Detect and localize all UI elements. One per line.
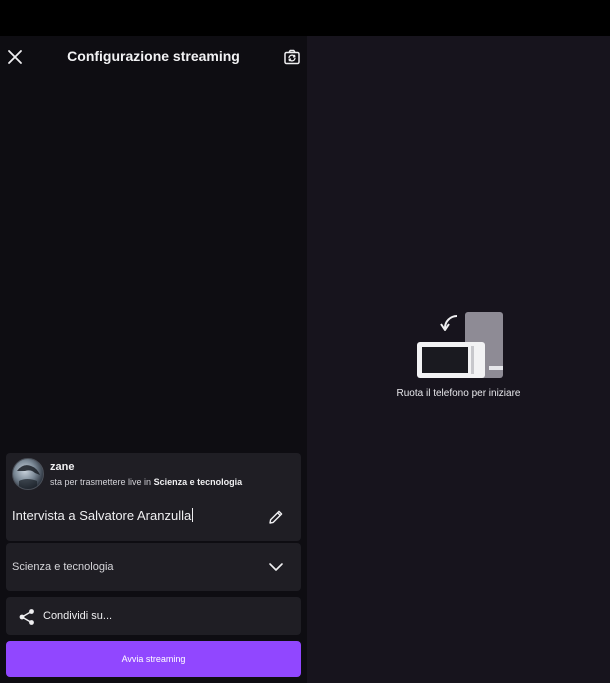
category-selector[interactable]: Scienza e tecnologia <box>6 543 301 591</box>
avatar <box>12 458 44 490</box>
share-button[interactable]: Condividi su... <box>6 597 301 635</box>
camera-flip-button[interactable] <box>281 46 303 68</box>
stream-info-card: zane sta per trasmettere live in Scienza… <box>6 453 301 541</box>
live-status-category: Scienza e tecnologia <box>153 477 243 487</box>
edit-title-button[interactable] <box>267 508 285 526</box>
text-caret <box>192 508 194 522</box>
category-label: Scienza e tecnologia <box>12 561 114 573</box>
rotate-phone-icon <box>417 312 503 378</box>
close-button[interactable] <box>4 46 26 68</box>
live-status-prefix: sta per trasmettere live in <box>50 477 152 487</box>
category-dropdown-toggle[interactable] <box>268 559 284 575</box>
page-title: Configurazione streaming <box>67 48 240 64</box>
user-row: zane sta per trasmettere live in Scienza… <box>12 458 297 492</box>
system-status-bar <box>0 0 610 36</box>
camera-preview-panel: Ruota il telefono per iniziare <box>307 36 610 683</box>
stream-title-input[interactable]: Intervista a Salvatore Aranzulla <box>12 508 262 523</box>
stream-title-value: Intervista a Salvatore Aranzulla <box>12 508 192 523</box>
stream-setup-panel: Configurazione streaming zane sta per tr… <box>0 36 307 683</box>
pencil-icon <box>269 510 283 524</box>
username: zane <box>50 461 75 473</box>
start-streaming-button[interactable]: Avvia streaming <box>6 641 301 677</box>
header: Configurazione streaming <box>0 36 307 78</box>
live-status-text: sta per trasmettere live in Scienza e te… <box>50 477 242 487</box>
share-icon <box>19 609 34 625</box>
camera-flip-icon <box>284 49 300 65</box>
close-icon <box>8 50 22 64</box>
share-label: Condividi su... <box>43 610 113 622</box>
chevron-down-icon <box>269 563 283 571</box>
rotate-message: Ruota il telefono per iniziare <box>396 388 521 399</box>
